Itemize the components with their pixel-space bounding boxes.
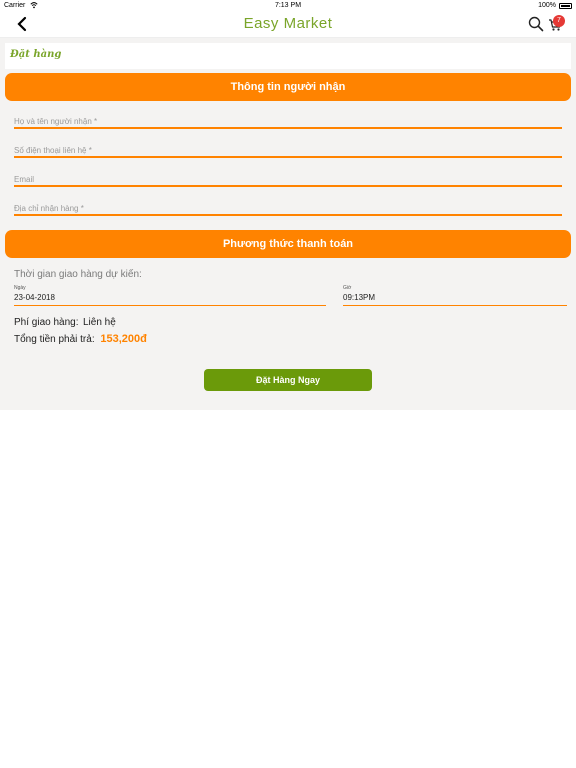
battery-percent: 100%	[538, 2, 556, 9]
date-value: 23-04-2018	[14, 293, 55, 302]
hour-value: 09:13PM	[343, 293, 376, 302]
battery-icon	[559, 3, 572, 9]
email-input[interactable]	[14, 171, 562, 184]
status-bar: Carrier 7:13 PM 100%	[0, 0, 576, 12]
phone-field[interactable]	[14, 140, 562, 158]
receiver-info-header[interactable]: Thông tin người nhận	[5, 73, 571, 101]
shipping-fee-row: Phí giao hàng: Liên hệ	[14, 317, 116, 328]
breadcrumb: Đặt hàng	[5, 43, 571, 69]
delivery-time-label: Thời gian giao hàng dự kiến:	[14, 269, 142, 280]
email-field[interactable]	[14, 169, 562, 187]
date-picker[interactable]: 23-04-2018	[14, 289, 326, 306]
shipping-fee-value: Liên hệ	[83, 317, 116, 328]
address-input[interactable]	[14, 200, 562, 213]
phone-input[interactable]	[14, 142, 562, 155]
total-label: Tổng tiền phải trả:	[14, 334, 95, 345]
place-order-button[interactable]: Đặt Hàng Ngay	[204, 369, 372, 391]
name-field[interactable]	[14, 111, 562, 129]
app-title: Easy Market	[243, 15, 333, 32]
breadcrumb-label: Đặt hàng	[10, 49, 62, 60]
name-input[interactable]	[14, 113, 562, 126]
address-field[interactable]	[14, 198, 562, 216]
shipping-fee-label: Phí giao hàng:	[14, 317, 79, 328]
total-amount: 153,200đ	[100, 333, 147, 345]
clock: 7:13 PM	[274, 2, 302, 9]
payment-method-header[interactable]: Phương thức thanh toán	[5, 230, 571, 258]
cart-badge: 7	[553, 15, 565, 27]
hour-picker[interactable]: 09:13PM	[343, 289, 567, 306]
total-row: Tổng tiền phải trả: 153,200đ	[14, 333, 147, 345]
nav-bar: Easy Market 7	[0, 12, 576, 38]
checkout-page: Đặt hàng Thông tin người nhận Phương thứ…	[0, 38, 576, 410]
search-icon[interactable]	[528, 16, 544, 32]
